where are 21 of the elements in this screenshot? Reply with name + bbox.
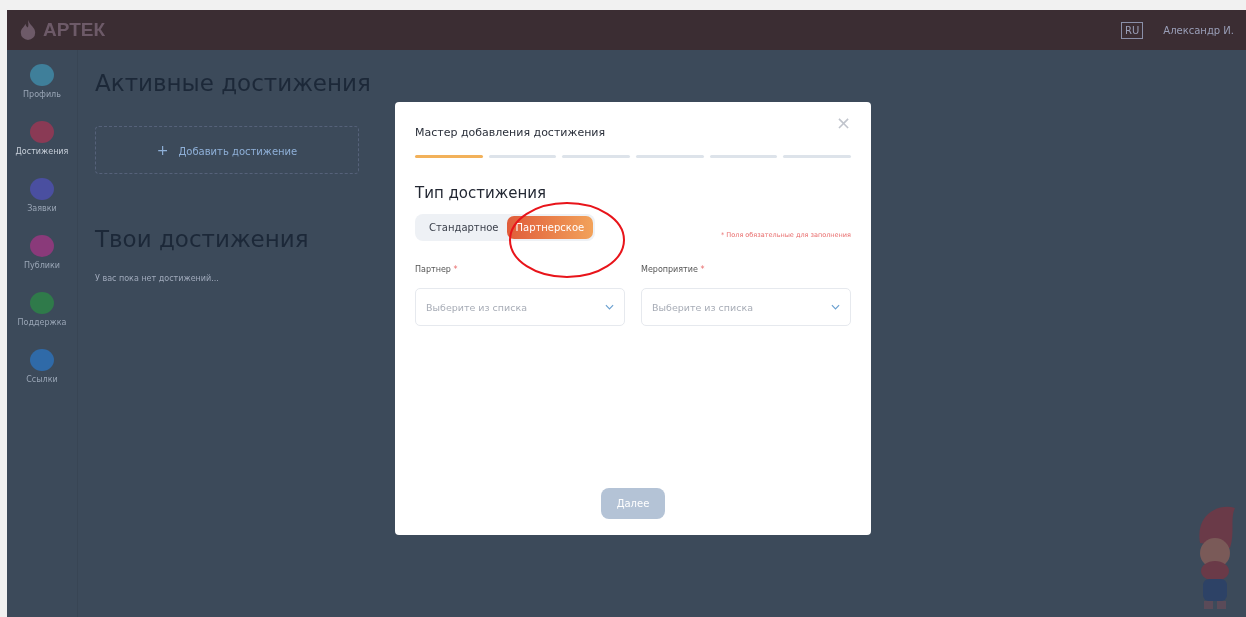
select-field[interactable]: Выберите из списка <box>641 288 851 326</box>
sidebar-item[interactable]: Заявки <box>27 178 57 213</box>
sidebar-item[interactable]: Публики <box>24 235 60 270</box>
field-label: Партнер * <box>415 265 459 274</box>
chevron-down-icon <box>605 304 614 310</box>
type-tab[interactable]: Стандартное <box>425 216 503 239</box>
sidebar-item[interactable]: Профиль <box>23 64 61 99</box>
type-tab[interactable]: Партнерское <box>506 216 594 239</box>
sidebar-item[interactable]: Ссылки <box>26 349 58 384</box>
select-field[interactable]: Выберите из списка <box>415 288 625 326</box>
chevron-down-icon <box>831 304 840 310</box>
section-title: Тип достижения <box>415 184 548 202</box>
dialog-title: Мастер добавления достижения <box>415 126 606 139</box>
sidebar-item[interactable]: Поддержка <box>17 292 67 327</box>
flame-logo-icon <box>19 20 37 40</box>
empty-message: У вас пока нет достижений... <box>95 274 220 283</box>
sidebar-item[interactable]: Достижения <box>15 121 69 156</box>
field-label: Мероприятие * <box>641 265 706 274</box>
add-achievement-button[interactable]: + Добавить достижение <box>95 126 359 174</box>
language-button[interactable]: RU <box>1121 21 1144 39</box>
user-name[interactable]: Александр И. <box>1163 24 1234 36</box>
